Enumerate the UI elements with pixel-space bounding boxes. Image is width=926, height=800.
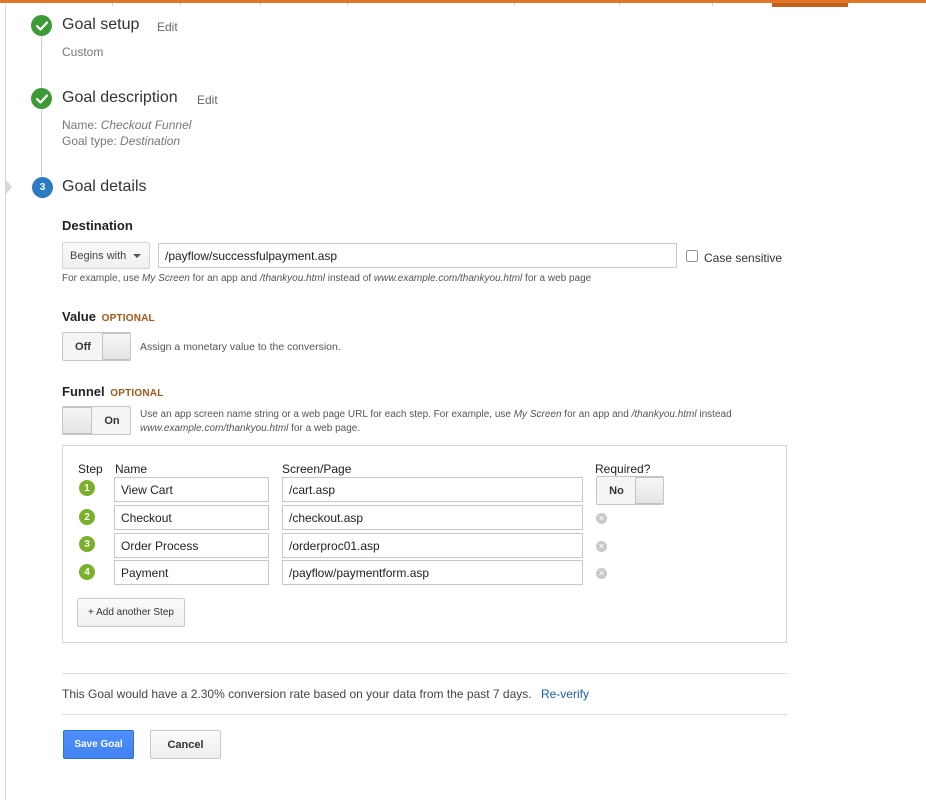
goal-type-value: Destination — [120, 134, 181, 148]
add-another-step-button[interactable]: + Add another Step — [77, 598, 185, 627]
reverify-link[interactable]: Re-verify — [541, 687, 589, 701]
col-name-header: Name — [115, 462, 148, 476]
funnel-step-number: 1 — [79, 480, 95, 496]
step-connector — [41, 36, 42, 90]
case-sensitive-checkbox[interactable] — [686, 250, 698, 262]
left-panel-edge — [0, 6, 6, 800]
goal-type-label: Goal type: — [62, 134, 117, 148]
step-number-badge: 3 — [32, 177, 53, 198]
goal-setup-detail: Custom — [62, 45, 104, 59]
step-connector — [41, 110, 42, 176]
destination-url-input[interactable]: /payflow/successfulpayment.asp — [158, 243, 677, 268]
funnel-step-name-input[interactable]: Payment — [114, 560, 269, 585]
remove-step-icon[interactable]: ✕ — [596, 541, 607, 552]
active-step-pointer — [6, 180, 12, 194]
cancel-button[interactable]: Cancel — [150, 730, 221, 759]
funnel-step-number: 3 — [79, 536, 95, 552]
funnel-step-name-input[interactable]: Checkout — [114, 505, 269, 530]
active-top-tab[interactable] — [772, 3, 848, 7]
funnel-step-name-input[interactable]: View Cart — [114, 477, 269, 502]
conversion-estimate-text: This Goal would have a 2.30% conversion … — [62, 687, 532, 701]
destination-match-type-select[interactable]: Begins with — [62, 242, 150, 269]
destination-hint: For example, use My Screen for an app an… — [62, 273, 592, 284]
divider — [62, 714, 787, 715]
funnel-step-number: 2 — [79, 509, 95, 525]
funnel-toggle-label: On — [104, 414, 120, 427]
funnel-step-name-input[interactable]: Order Process — [114, 533, 269, 558]
value-toggle[interactable]: Off — [62, 332, 131, 361]
top-tab-strip — [0, 3, 926, 7]
remove-step-icon[interactable]: ✕ — [596, 568, 607, 579]
goal-setup-title: Goal setup — [62, 16, 140, 33]
toggle-knob — [635, 477, 663, 504]
funnel-optional-tag: OPTIONAL — [110, 388, 164, 399]
funnel-step-number: 4 — [79, 564, 95, 580]
col-screen-header: Screen/Page — [282, 462, 352, 476]
goal-description-title: Goal description — [62, 89, 178, 106]
value-label: Value OPTIONAL — [62, 309, 155, 324]
col-required-header: Required? — [595, 462, 651, 476]
case-sensitive-label: Case sensitive — [704, 251, 783, 265]
value-optional-tag: OPTIONAL — [101, 313, 155, 324]
toggle-knob — [63, 407, 92, 434]
funnel-hint: Use an app screen name string or a web p… — [140, 409, 732, 434]
goal-type-line: Goal type: Destination — [62, 134, 180, 148]
funnel-step-screen-input[interactable]: /checkout.asp — [282, 505, 583, 530]
funnel-step-screen-input[interactable]: /cart.asp — [282, 477, 583, 502]
value-hint: Assign a monetary value to the conversio… — [140, 341, 341, 353]
step-complete-check-icon — [31, 88, 52, 109]
goal-setup-edit-link[interactable]: Edit — [157, 20, 178, 34]
value-toggle-label: Off — [75, 340, 91, 353]
match-type-value: Begins with — [70, 250, 127, 262]
toggle-knob — [102, 333, 130, 360]
remove-step-icon[interactable]: ✕ — [596, 513, 607, 524]
funnel-step-screen-input[interactable]: /payflow/paymentform.asp — [282, 560, 583, 585]
conversion-estimate: This Goal would have a 2.30% conversion … — [62, 687, 589, 701]
goal-name-label: Name: — [62, 118, 98, 132]
goal-details-title: Goal details — [62, 178, 147, 195]
goal-name-value: Checkout Funnel — [100, 118, 192, 132]
col-step-header: Step — [78, 462, 103, 476]
step-complete-check-icon — [31, 15, 52, 36]
chevron-down-icon — [133, 254, 141, 258]
funnel-toggle[interactable]: On — [62, 406, 131, 435]
funnel-label: Funnel OPTIONAL — [62, 384, 164, 399]
required-toggle[interactable]: No — [596, 476, 664, 505]
goal-description-edit-link[interactable]: Edit — [197, 93, 218, 107]
save-goal-button[interactable]: Save Goal — [63, 730, 134, 759]
required-toggle-label: No — [609, 484, 624, 497]
destination-label: Destination — [62, 218, 133, 233]
goal-name-line: Name: Checkout Funnel — [62, 118, 191, 132]
funnel-step-screen-input[interactable]: /orderproc01.asp — [282, 533, 583, 558]
divider — [62, 673, 787, 674]
